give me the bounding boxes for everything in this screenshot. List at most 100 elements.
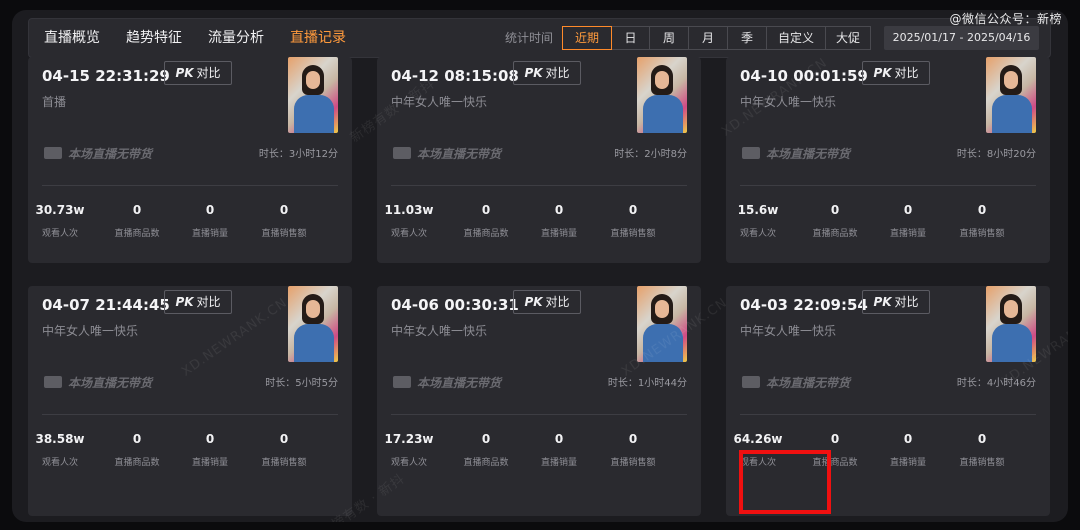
metric-block: 0 直播销售额 <box>244 432 324 468</box>
thumbnail-figure-shirt <box>992 324 1032 362</box>
metric-value: 38.58w <box>35 432 85 446</box>
metric-label: 观看人次 <box>41 229 78 239</box>
tab-traffic-analysis[interactable]: 流量分析 <box>208 19 264 57</box>
metric-value: 0 <box>554 203 564 217</box>
live-record-card[interactable]: 04-15 22:31:29 PK 对比首播本场直播无带货 时长：3小时12分 30.7… <box>28 57 352 263</box>
metric-block: 30.73w 观看人次 <box>20 203 100 239</box>
thumbnail-figure-shirt <box>643 95 683 133</box>
no-goods-badge: 本场直播无带货 <box>742 145 850 161</box>
live-duration: 时长：5小时5分 <box>265 378 338 389</box>
metric-label: 观看人次 <box>739 229 776 239</box>
metric-label: 观看人次 <box>41 458 78 468</box>
box-icon <box>393 147 411 159</box>
divider <box>740 185 1036 186</box>
metric-value: 30.73w <box>35 203 85 217</box>
pk-compare-button[interactable]: PK 对比 <box>513 61 581 85</box>
live-start-datetime: 04-15 22:31:29 <box>42 67 170 85</box>
pk-label: 对比 <box>894 66 919 80</box>
metric-value: 0 <box>132 432 142 446</box>
pk-icon: PK <box>873 295 892 309</box>
live-thumbnail[interactable] <box>986 286 1036 362</box>
live-thumbnail[interactable] <box>637 57 687 133</box>
metric-block: 38.58w 观看人次 <box>20 432 100 468</box>
pk-label: 对比 <box>545 66 570 80</box>
period-week-button[interactable]: 周 <box>649 26 689 50</box>
live-thumbnail[interactable] <box>637 286 687 362</box>
pk-compare-button[interactable]: PK 对比 <box>513 290 581 314</box>
live-record-card[interactable]: 04-06 00:30:31 PK 对比 中年女人唯一快乐 本场直播无带货 时长：1小时4… <box>377 286 701 516</box>
thumbnail-figure-shirt <box>294 95 334 133</box>
metric-value: 64.26w <box>733 432 783 446</box>
top-navigation-bar: 直播概览 趋势特征 流量分析 直播记录 统计时间 近期 日 周 月 季 自定义 … <box>28 18 1051 58</box>
pk-icon: PK <box>524 66 543 80</box>
metric-block: 0 直播商品数 <box>795 203 875 239</box>
box-icon <box>742 147 760 159</box>
metric-label: 直播销售额 <box>261 458 307 468</box>
pk-icon: PK <box>873 66 892 80</box>
live-subtitle: 首播 <box>42 95 67 109</box>
live-record-card[interactable]: 04-07 21:44:45 PK 对比 中年女人唯一快乐 本场直播无带货 时长：5小时5… <box>28 286 352 516</box>
pk-icon: PK <box>175 66 194 80</box>
metric-label: 直播销量 <box>889 229 926 239</box>
live-subtitle: 中年女人唯一快乐 <box>740 324 837 338</box>
metric-label: 直播销量 <box>191 458 228 468</box>
tab-live-overview[interactable]: 直播概览 <box>44 19 100 57</box>
live-thumbnail[interactable] <box>288 57 338 133</box>
metric-label: 直播销售额 <box>261 229 307 239</box>
live-start-datetime: 04-10 00:01:59 <box>740 67 868 85</box>
highlight-box <box>739 450 831 514</box>
period-recent-button[interactable]: 近期 <box>562 26 612 50</box>
period-day-button[interactable]: 日 <box>611 26 650 50</box>
metric-block: 17.23w 观看人次 <box>369 432 449 468</box>
thumbnail-figure-face <box>306 71 320 89</box>
metric-value: 11.03w <box>384 203 434 217</box>
period-promo-button[interactable]: 大促 <box>825 26 871 50</box>
metric-value: 15.6w <box>737 203 779 217</box>
metric-label: 观看人次 <box>390 229 427 239</box>
pk-compare-button[interactable]: PK 对比 <box>862 290 930 314</box>
period-custom-button[interactable]: 自定义 <box>766 26 826 50</box>
metric-label: 直播商品数 <box>114 458 160 468</box>
box-icon <box>742 376 760 388</box>
live-start-datetime: 04-03 22:09:54 <box>740 296 868 314</box>
period-month-button[interactable]: 月 <box>688 26 728 50</box>
pk-compare-button[interactable]: PK 对比 <box>164 290 232 314</box>
pk-compare-button[interactable]: PK 对比 <box>862 61 930 85</box>
thumbnail-figure-face <box>306 300 320 318</box>
no-goods-badge: 本场直播无带货 <box>393 145 501 161</box>
metric-value: 0 <box>977 203 987 217</box>
metric-block: 0 直播商品数 <box>446 432 526 468</box>
thumbnail-figure-face <box>655 71 669 89</box>
thumbnail-figure-shirt <box>294 324 334 362</box>
wechat-account-label: @微信公众号：新榜 <box>949 12 1062 26</box>
pk-label: 对比 <box>894 295 919 309</box>
tab-live-records[interactable]: 直播记录 <box>290 19 346 57</box>
metric-label: 直播销售额 <box>610 229 656 239</box>
metric-label: 直播销量 <box>540 229 577 239</box>
tab-trend-features[interactable]: 趋势特征 <box>126 19 182 57</box>
metric-block: 0 直播销量 <box>170 432 250 468</box>
metric-block: 0 直播销量 <box>519 203 599 239</box>
metric-label: 直播销售额 <box>959 458 1005 468</box>
live-record-card[interactable]: 04-12 08:15:08 PK 对比 中年女人唯一快乐 本场直播无带货 时长：2小时8… <box>377 57 701 263</box>
metric-label: 观看人次 <box>390 458 427 468</box>
pk-compare-button[interactable]: PK 对比 <box>164 61 232 85</box>
live-duration: 时长：3小时12分 <box>258 149 338 160</box>
live-record-card[interactable]: 04-10 00:01:59 PK 对比 中年女人唯一快乐 本场直播无带货 时长：8小时2… <box>726 57 1050 263</box>
metric-block: 0 直播销量 <box>868 432 948 468</box>
date-range-picker[interactable]: 2025/01/17 - 2025/04/16 <box>884 26 1039 50</box>
period-quarter-button[interactable]: 季 <box>727 26 767 50</box>
live-thumbnail[interactable] <box>986 57 1036 133</box>
metric-value: 0 <box>279 203 289 217</box>
metric-label: 直播商品数 <box>114 229 160 239</box>
live-thumbnail[interactable] <box>288 286 338 362</box>
no-goods-badge: 本场直播无带货 <box>44 145 152 161</box>
metric-value: 0 <box>132 203 142 217</box>
pk-label: 对比 <box>196 295 221 309</box>
live-start-datetime: 04-07 21:44:45 <box>42 296 170 314</box>
no-goods-text: 本场直播无带货 <box>417 376 502 390</box>
box-icon <box>393 376 411 388</box>
stat-time-label: 统计时间 <box>505 31 554 45</box>
metric-value: 0 <box>903 203 913 217</box>
metric-value: 0 <box>628 432 638 446</box>
